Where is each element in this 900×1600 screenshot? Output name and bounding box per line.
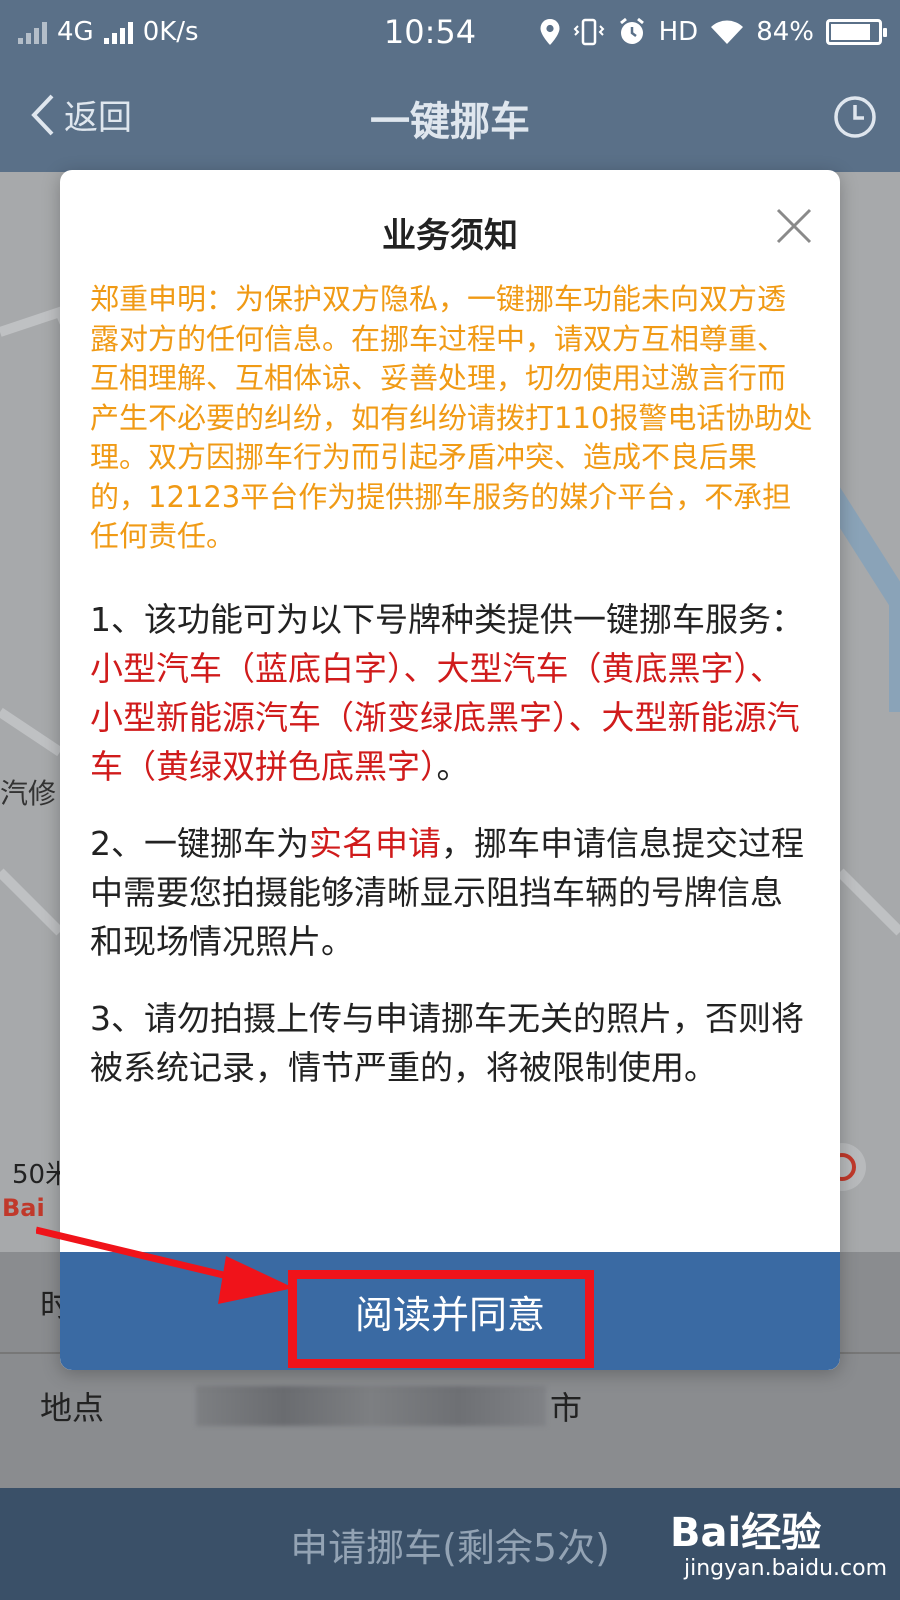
- battery-icon: [826, 19, 887, 45]
- status-bar: 4G 0K/s 10:54 HD 84%: [0, 0, 900, 64]
- signal-sim2-icon: [103, 20, 133, 44]
- dialog-body[interactable]: 郑重申明：为保护双方隐私，一键挪车功能未向双方透露对方的任何信息。在挪车过程中，…: [90, 280, 814, 1322]
- close-icon[interactable]: [774, 206, 814, 246]
- page-title: 一键挪车: [370, 99, 530, 145]
- read-and-agree-button[interactable]: 阅读并同意: [60, 1252, 840, 1370]
- dialog-title: 业务须知: [382, 216, 518, 256]
- rule-item-1-text: 1、该功能可为以下号牌种类提供一键挪车服务：: [90, 599, 804, 639]
- alarm-icon: [619, 17, 644, 44]
- network-speed: 0K/s: [142, 17, 199, 47]
- wifi-icon: [711, 20, 744, 44]
- clock: 10:54: [383, 13, 477, 51]
- rule-item-2-text: 2、一键挪车为: [90, 823, 309, 863]
- battery-percent: 84%: [756, 17, 814, 47]
- map-logo: Bai: [2, 1194, 45, 1222]
- notice-dialog: 业务须知 郑重申明：为保护双方隐私，一键挪车功能未向双方透露对方的任何信息。在挪…: [60, 170, 840, 1370]
- screen: 4G 0K/s 10:54 HD 84% 返回 一键挪车 汽修 50米 Bai …: [0, 0, 900, 1600]
- map-poi-label: 汽修: [0, 777, 57, 810]
- rule-item-1: 1、该功能可为以下号牌种类提供一键挪车服务：小型汽车（蓝底白字）、大型汽车（黄底…: [90, 595, 814, 791]
- baidu-jingyan-watermark: Bai经验 jingyan.baidu.com: [670, 1500, 887, 1590]
- back-label: 返回: [64, 98, 132, 138]
- rule-item-2: 2、一键挪车为实名申请，挪车申请信息提交过程中需要您拍摄能够清晰显示阻挡车辆的号…: [90, 819, 814, 966]
- rule-item-1-end: 。: [436, 746, 470, 786]
- location-label: 地点: [40, 1389, 105, 1427]
- rule-item-3: 3、请勿拍摄上传与申请挪车无关的照片，否则将被系统记录，情节严重的，将被限制使用…: [90, 998, 804, 1087]
- status-left: 4G 0K/s: [18, 17, 338, 47]
- location-row[interactable]: 地点 市: [0, 1356, 900, 1456]
- chevron-left-icon: [31, 94, 54, 135]
- watermark-brand: Bai经验: [670, 1510, 822, 1556]
- location-icon: [540, 19, 560, 45]
- status-right: HD 84%: [522, 17, 887, 47]
- battery-fill: [831, 24, 870, 40]
- network-type: 4G: [57, 17, 94, 47]
- history-clock-icon[interactable]: [832, 94, 878, 140]
- rule-item-2-realname: 实名申请: [309, 823, 441, 863]
- vibrate-icon: [573, 18, 605, 46]
- location-city-suffix: 市: [550, 1389, 583, 1427]
- nav-bar: 返回 一键挪车: [0, 64, 900, 172]
- watermark-site: jingyan.baidu.com: [684, 1556, 888, 1581]
- back-button[interactable]: 返回: [30, 90, 132, 139]
- signal-sim1-icon: [18, 20, 47, 44]
- hd-indicator: HD: [658, 17, 699, 47]
- privacy-notice: 郑重申明：为保护双方隐私，一键挪车功能未向双方透露对方的任何信息。在挪车过程中，…: [90, 282, 813, 553]
- location-value-blurred: [196, 1386, 547, 1426]
